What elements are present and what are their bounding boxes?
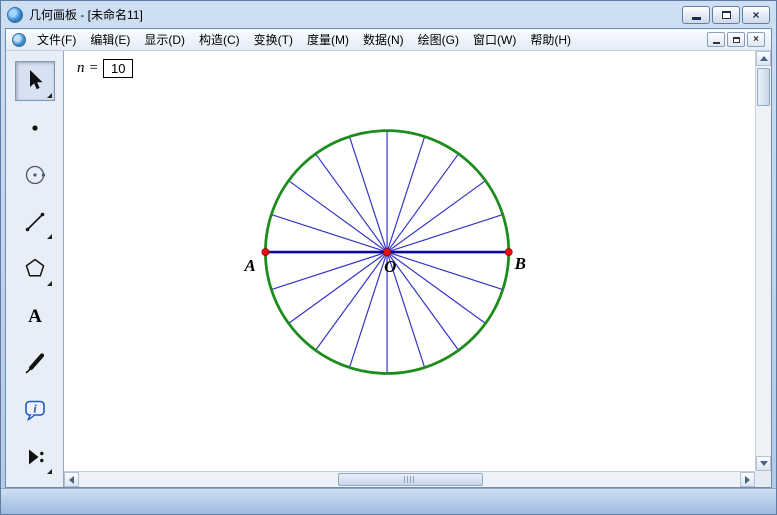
radius-line[interactable] [316, 154, 388, 252]
menu-item-graph[interactable]: 绘图(G) [411, 28, 466, 51]
radius-line[interactable] [349, 137, 387, 252]
scrollbar-corner [755, 471, 771, 487]
menu-item-window[interactable]: 窗口(W) [466, 28, 523, 51]
app-icon[interactable] [7, 7, 23, 23]
mdi-close-icon: × [753, 35, 759, 45]
radius-line[interactable] [289, 181, 387, 252]
selection-arrow-tool[interactable] [15, 61, 55, 101]
mdi-restore-icon [733, 37, 740, 43]
menu-item-display[interactable]: 显示(D) [137, 28, 192, 51]
restore-icon [722, 11, 731, 19]
flyout-indicator [47, 469, 52, 474]
parameter-n: n = 10 [77, 59, 133, 78]
straightedge-icon [22, 209, 48, 235]
minimize-button[interactable] [682, 6, 710, 24]
close-button[interactable]: × [742, 6, 770, 24]
vertical-scrollbar[interactable] [755, 51, 771, 471]
window-title: 几何画板 - [未命名11] [29, 6, 143, 23]
point-label-A[interactable]: A [243, 256, 255, 275]
horizontal-scrollbar-thumb[interactable] [338, 473, 483, 486]
radius-line[interactable] [349, 252, 387, 367]
menu-item-transform[interactable]: 变换(T) [247, 28, 300, 51]
point-A[interactable] [262, 248, 269, 255]
compass-tool[interactable] [15, 155, 55, 195]
flyout-indicator [47, 281, 52, 286]
radius-line[interactable] [387, 252, 503, 290]
mdi-minimize-icon [713, 42, 720, 44]
horizontal-scrollbar[interactable] [64, 471, 755, 487]
custom-tool[interactable] [15, 437, 55, 477]
tool-palette: A i [6, 51, 64, 487]
arrow-up-icon [760, 52, 768, 61]
scroll-up-button[interactable] [756, 51, 771, 66]
radius-line[interactable] [387, 154, 459, 252]
restore-button[interactable] [712, 6, 740, 24]
custom-tool-icon [22, 444, 48, 470]
information-icon: i [22, 397, 48, 423]
client-area: 文件(F) 编辑(E) 显示(D) 构造(C) 变换(T) 度量(M) 数据(N… [5, 28, 772, 488]
point-icon [22, 115, 48, 141]
scroll-left-button[interactable] [64, 472, 79, 487]
sketch-canvas[interactable]: A O B n = 10 [64, 51, 771, 487]
parameter-name: n [77, 60, 85, 77]
radius-line[interactable] [387, 215, 503, 253]
parameter-value[interactable]: 10 [103, 59, 133, 78]
polygon-icon [22, 256, 48, 282]
main-area: A i [6, 51, 771, 487]
scroll-right-button[interactable] [740, 472, 755, 487]
close-icon: × [752, 9, 759, 21]
equals-sign: = [90, 60, 98, 77]
menu-item-construct[interactable]: 构造(C) [192, 28, 247, 51]
menu-item-help[interactable]: 帮助(H) [523, 28, 578, 51]
mdi-minimize-button[interactable] [707, 32, 725, 47]
radius-line[interactable] [387, 252, 485, 323]
arrow-down-icon [760, 461, 768, 470]
menu-item-file[interactable]: 文件(F) [30, 28, 83, 51]
point-label-B[interactable]: B [514, 254, 526, 273]
minimize-icon [692, 17, 701, 20]
svg-text:A: A [28, 306, 42, 327]
point-label-O[interactable]: O [384, 257, 396, 276]
point-B[interactable] [505, 248, 512, 255]
point-tool[interactable] [15, 108, 55, 148]
document-icon[interactable] [12, 33, 26, 47]
compass-icon [22, 162, 48, 188]
title-bar: 几何画板 - [未命名11] × [1, 1, 776, 28]
mdi-window-controls: × [707, 32, 767, 47]
marker-tool[interactable] [15, 343, 55, 383]
menu-item-measure[interactable]: 度量(M) [300, 28, 356, 51]
arrow-right-icon [745, 476, 754, 484]
point-O[interactable] [383, 248, 390, 255]
marker-icon [22, 350, 48, 376]
scroll-down-button[interactable] [756, 456, 771, 471]
radius-line[interactable] [271, 215, 387, 253]
radius-line[interactable] [387, 137, 425, 252]
polygon-tool[interactable] [15, 249, 55, 289]
radius-line[interactable] [289, 252, 387, 323]
arrow-left-icon [65, 476, 74, 484]
app-window: 几何画板 - [未命名11] × 文件(F) 编辑(E) 显示(D) 构造(C)… [0, 0, 777, 515]
menu-item-edit[interactable]: 编辑(E) [83, 28, 137, 51]
status-bar [1, 488, 776, 514]
scrollbar-grip [404, 476, 416, 483]
geometry-figure[interactable]: AOB [64, 51, 755, 471]
radius-line[interactable] [271, 252, 387, 290]
radius-line[interactable] [387, 181, 485, 252]
selection-arrow-icon [22, 68, 48, 94]
text-tool[interactable]: A [15, 296, 55, 336]
information-tool[interactable]: i [15, 390, 55, 430]
flyout-indicator [47, 93, 52, 98]
mdi-close-button[interactable]: × [747, 32, 765, 47]
text-tool-icon: A [22, 303, 48, 329]
radius-line[interactable] [316, 252, 388, 350]
menu-bar: 文件(F) 编辑(E) 显示(D) 构造(C) 变换(T) 度量(M) 数据(N… [6, 29, 771, 51]
straightedge-tool[interactable] [15, 202, 55, 242]
menu-item-data[interactable]: 数据(N) [356, 28, 411, 51]
flyout-indicator [47, 234, 52, 239]
mdi-restore-button[interactable] [727, 32, 745, 47]
radius-line[interactable] [387, 252, 459, 350]
window-controls: × [682, 6, 770, 24]
vertical-scrollbar-thumb[interactable] [757, 68, 770, 106]
